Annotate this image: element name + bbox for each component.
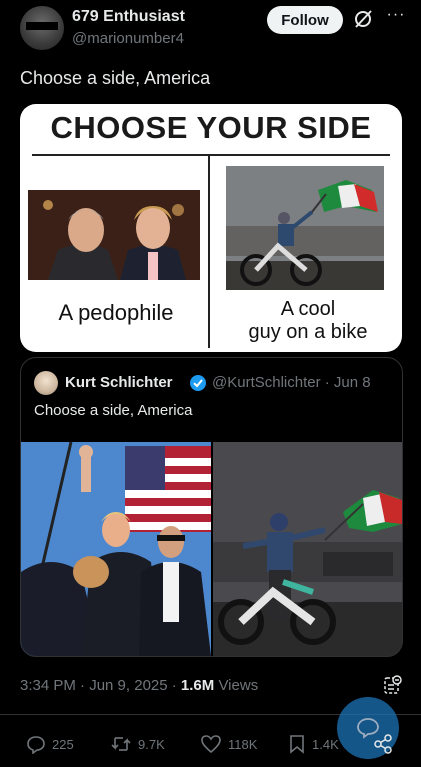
quoted-tweet[interactable]: Kurt Schlichter @KurtSchlichter · Jun 8 … xyxy=(20,357,403,657)
quoted-tweet-text: Choose a side, America xyxy=(34,402,193,419)
quoted-left-photo[interactable] xyxy=(21,442,211,656)
tweet-meta: 3:34 PM · Jun 9, 2025 · 1.6M Views xyxy=(20,677,258,694)
bookmark-button[interactable]: 1.4K xyxy=(288,733,339,755)
heart-icon xyxy=(201,735,221,754)
meme-title: CHOOSE YOUR SIDE xyxy=(50,110,372,145)
share-icon[interactable] xyxy=(372,733,394,755)
meme-divider-horizontal xyxy=(32,154,390,156)
quoted-author-avatar xyxy=(34,371,58,395)
author-avatar[interactable] xyxy=(20,6,64,50)
meme-divider-vertical xyxy=(208,156,210,348)
like-count: 118K xyxy=(228,736,258,752)
meme-right-caption-line-1: A cool xyxy=(280,298,336,320)
reply-count: 225 xyxy=(52,736,74,752)
bookmark-count: 1.4K xyxy=(312,736,339,752)
bookmark-icon xyxy=(290,735,304,754)
meme-right-photo xyxy=(226,166,384,290)
tweet-text: Choose a side, America xyxy=(20,68,211,88)
verified-badge-icon xyxy=(189,374,207,392)
analytics-icon[interactable] xyxy=(383,674,403,696)
like-button[interactable]: 118K xyxy=(200,733,257,755)
author-name[interactable]: 679 Enthusiast xyxy=(72,8,185,26)
meme-left-photo xyxy=(28,190,200,280)
repost-button[interactable]: 9.7K xyxy=(110,733,165,755)
meme-image[interactable]: CHOOSE YOUR SIDE A pedophile A cool guy … xyxy=(20,104,402,352)
tweet-timestamp[interactable]: 3:34 PM · Jun 9, 2025 · xyxy=(20,677,181,694)
quoted-author-handle-date: @KurtSchlichter · Jun 8 xyxy=(212,374,371,391)
more-options-icon[interactable]: ··· xyxy=(384,6,408,26)
repost-count: 9.7K xyxy=(138,736,165,752)
reply-button[interactable]: 225 xyxy=(26,733,74,755)
meme-right-caption: A cool guy on a bike xyxy=(226,298,390,344)
views-label: Views xyxy=(214,677,259,694)
quoted-author-name: Kurt Schlichter xyxy=(65,374,173,391)
author-handle[interactable]: @marionumber4 xyxy=(72,30,184,47)
reply-icon xyxy=(27,736,45,754)
follow-button[interactable]: Follow xyxy=(267,6,343,34)
grok-icon[interactable] xyxy=(352,8,374,30)
view-count: 1.6M xyxy=(180,677,215,694)
quoted-right-photo[interactable] xyxy=(213,442,402,656)
meme-left-caption: A pedophile xyxy=(58,300,174,325)
repost-icon xyxy=(111,737,131,751)
meme-right-caption-line-2: guy on a bike xyxy=(248,321,368,343)
